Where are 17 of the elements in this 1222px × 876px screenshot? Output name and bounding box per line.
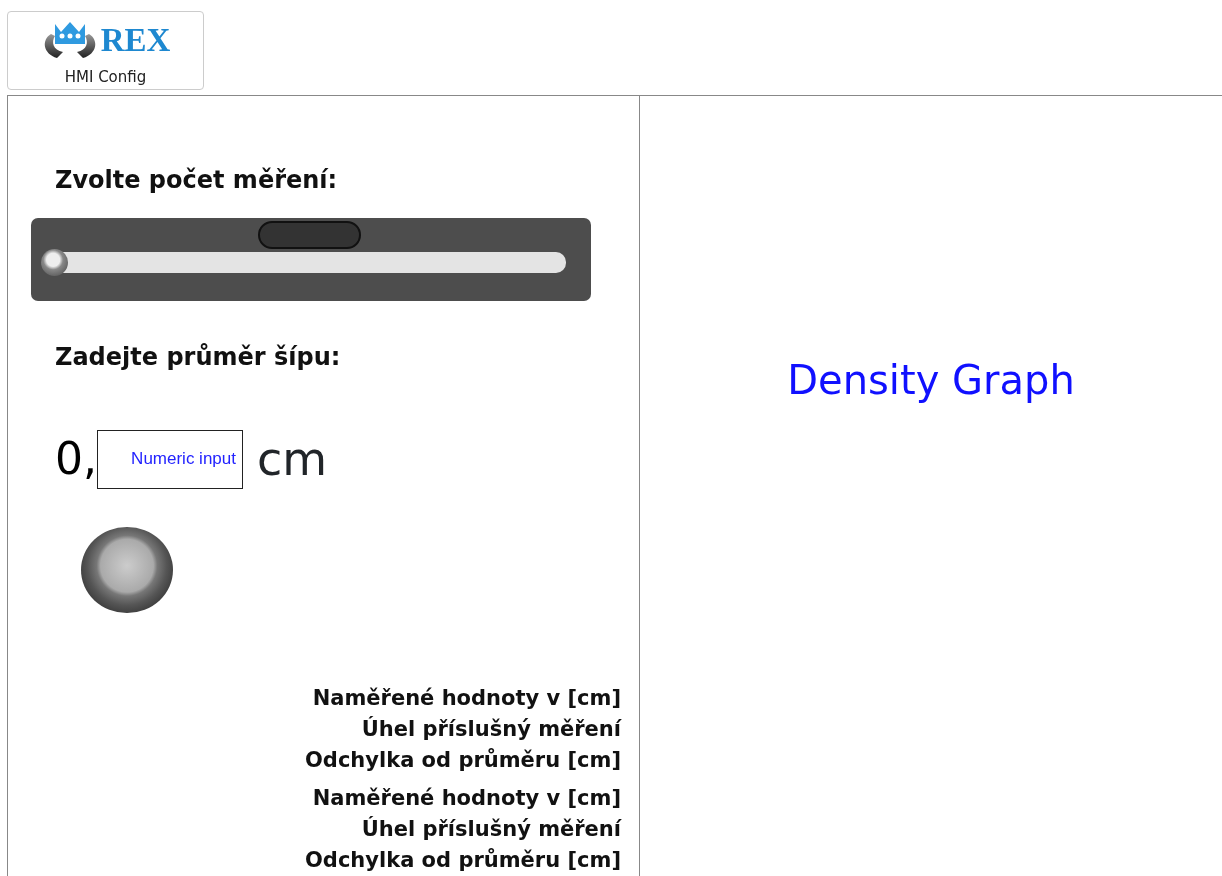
measurement-label: Úhel příslušný měření <box>361 715 621 743</box>
measurement-label: Naměřené hodnoty v [cm] <box>312 685 621 712</box>
numeric-input[interactable]: Numeric input <box>97 429 243 489</box>
graph-title: Density Graph <box>787 360 1075 405</box>
measurement-label: Úhel příslušný měření <box>361 815 621 843</box>
slider[interactable] <box>31 218 591 301</box>
logo-caption: HMI Config <box>64 67 147 88</box>
measurement-label: Odchylka od průměru [cm] <box>305 847 621 874</box>
unit-label: cm <box>257 436 328 483</box>
section-heading: Zvolte počet měření: <box>55 165 339 196</box>
section-heading: Zadejte průměr šípu: <box>55 341 342 373</box>
measurement-label: Odchylka od průměru [cm] <box>305 747 621 774</box>
slider-thumb[interactable] <box>41 249 68 276</box>
value-prefix: 0, <box>55 437 97 482</box>
measurement-label: Naměřené hodnoty v [cm] <box>312 785 621 812</box>
logo-button[interactable]: REX HMI Config <box>7 11 204 90</box>
brand-name: REX <box>100 23 171 57</box>
